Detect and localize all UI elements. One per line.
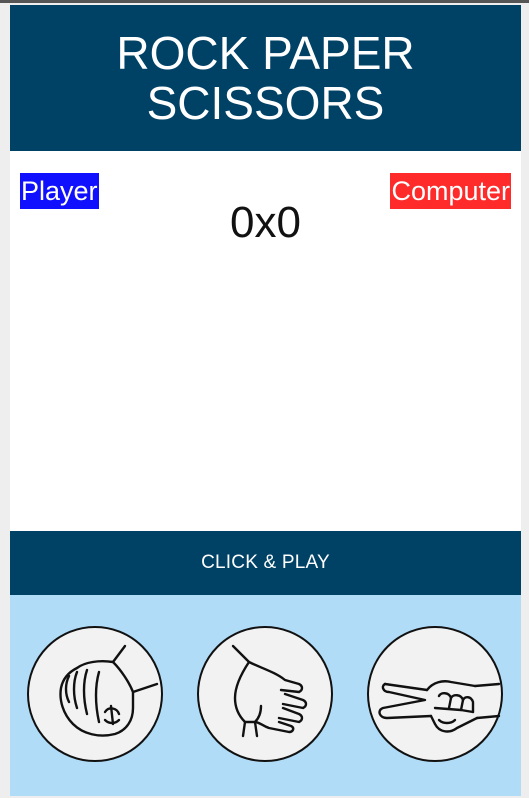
choices-panel (10, 595, 521, 796)
game-app: ROCK PAPER SCISSORS Player Computer 0x0 … (10, 5, 521, 796)
scoreboard: Player Computer 0x0 (10, 151, 521, 531)
paper-hand-icon (231, 644, 308, 738)
scissors-hand-icon (378, 680, 501, 733)
scissors-button[interactable] (367, 626, 503, 762)
page-title: ROCK PAPER SCISSORS (116, 27, 415, 129)
paper-button[interactable] (197, 626, 333, 762)
rock-hand-icon (59, 644, 159, 737)
header: ROCK PAPER SCISSORS (10, 5, 521, 151)
window-top-border (0, 0, 529, 3)
click-and-play-bar: CLICK & PLAY (10, 531, 521, 595)
score-display: 0x0 (230, 198, 301, 247)
rock-button[interactable] (27, 626, 163, 762)
click-and-play-label: CLICK & PLAY (201, 552, 330, 573)
